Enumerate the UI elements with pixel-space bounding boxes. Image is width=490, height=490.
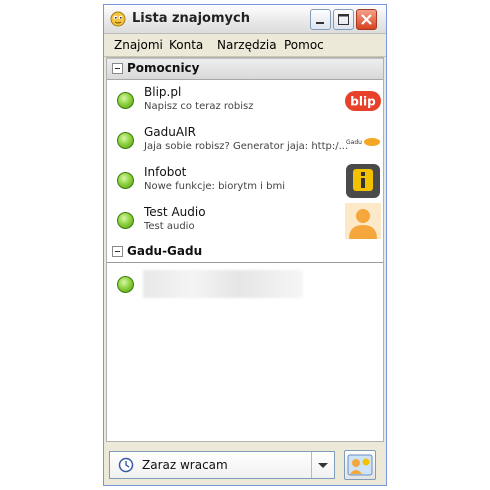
group-header-pomocnicy[interactable]: Pomocnicy [107, 58, 383, 80]
contact-name: Infobot [144, 165, 187, 179]
close-button[interactable] [356, 9, 377, 30]
contact-gaduair[interactable]: GaduAIR Jaja sobie robisz? Generator jaj… [107, 122, 383, 162]
online-status-icon [117, 132, 134, 149]
online-status-icon [117, 172, 134, 189]
status-label: Zaraz wracam [142, 458, 228, 472]
minimize-button[interactable] [310, 9, 331, 30]
online-status-icon [117, 92, 134, 109]
menu-konta[interactable]: Konta [169, 38, 203, 52]
group-header-gadu-gadu[interactable]: Gadu-Gadu [107, 242, 383, 263]
friends-list-window: Lista znajomych Znajomi Konta Narzędzia … [103, 4, 387, 486]
group-label: Pomocnicy [127, 61, 200, 75]
contact-description: Nowe funkcje: biorytm i bmi [144, 181, 286, 192]
contact-list[interactable]: Pomocnicy Blip.pl Napisz co teraz robisz… [106, 57, 384, 442]
menu-bar: Znajomi Konta Narzędzia Pomoc [104, 34, 386, 57]
collapse-icon[interactable] [112, 246, 123, 257]
person-silhouette-icon [345, 203, 381, 239]
menu-znajomi[interactable]: Znajomi [114, 38, 163, 52]
window-title: Lista znajomych [132, 11, 250, 26]
user-card-icon [347, 454, 373, 476]
contact-test-audio[interactable]: Test Audio Test audio [107, 202, 383, 242]
clock-icon [118, 457, 134, 473]
contact-description: Test audio [144, 221, 195, 232]
contact-description: Jaja sobie robisz? Generator jaja: http:… [144, 141, 349, 152]
blip-logo-icon: blip [345, 83, 381, 119]
chevron-down-icon[interactable] [311, 452, 334, 478]
collapse-icon[interactable] [112, 63, 123, 74]
contact-description: Napisz co teraz robisz [144, 101, 254, 112]
contact-blurred[interactable] [107, 266, 383, 306]
svg-text:blip: blip [350, 95, 376, 109]
contact-infobot[interactable]: Infobot Nowe funkcje: biorytm i bmi [107, 162, 383, 202]
close-icon [361, 14, 372, 25]
contact-name: GaduAIR [144, 125, 196, 139]
contact-name: Blip.pl [144, 85, 182, 99]
menu-narzedzia[interactable]: Narzędzia [217, 38, 277, 52]
minimize-icon [316, 22, 324, 24]
gaduair-logo-icon: Gadu [345, 123, 381, 159]
contact-name: Test Audio [144, 205, 206, 219]
profile-button[interactable] [344, 450, 376, 480]
contact-blip[interactable]: Blip.pl Napisz co teraz robisz blip [107, 82, 383, 122]
menu-pomoc[interactable]: Pomoc [284, 38, 324, 52]
status-select[interactable]: Zaraz wracam [109, 451, 335, 479]
gadu-gadu-app-icon [110, 11, 126, 27]
info-icon [345, 163, 381, 199]
online-status-icon [117, 276, 134, 293]
title-bar[interactable]: Lista znajomych [104, 5, 386, 34]
status-bar: Zaraz wracam [104, 443, 386, 485]
redacted-contact-info [143, 270, 303, 298]
maximize-icon [338, 14, 349, 25]
maximize-button[interactable] [333, 9, 354, 30]
online-status-icon [117, 212, 134, 229]
group-label: Gadu-Gadu [127, 244, 203, 258]
svg-text:Gadu: Gadu [346, 139, 362, 146]
